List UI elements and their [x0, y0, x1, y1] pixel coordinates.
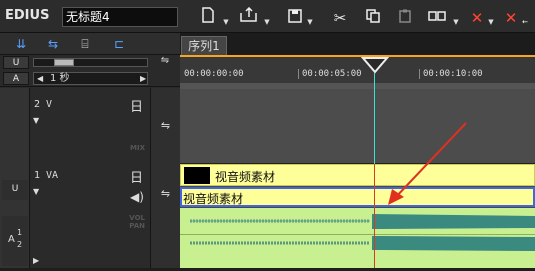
audio-channel-select[interactable]: A 1 2 — [2, 216, 28, 266]
timescale-select[interactable]: 1 秒 — [33, 72, 148, 85]
audio-channel-2-label: 2 — [17, 240, 23, 249]
marker-track-icon[interactable]: ⊏ — [108, 36, 130, 52]
track-1va-sync-icon[interactable]: ⇋ — [150, 164, 180, 268]
track-header-1va[interactable]: U A 1 2 1 VA ▼ 日 ◀) VOL PAN ▶ ⇋ — [0, 164, 180, 268]
timecode-10: 00:00:10:00 — [423, 69, 483, 79]
video-mute-icon[interactable]: 日 — [130, 96, 143, 115]
ruler-tick — [419, 69, 420, 79]
delete-icon[interactable]: ✕ — [466, 7, 488, 29]
track-2v-expand-icon[interactable]: ▼ — [33, 116, 39, 125]
video-clip-label: 视音频素材 — [215, 170, 276, 184]
audio-speaker-icon[interactable]: ◀) — [130, 190, 144, 204]
app-name: EDIUS — [5, 8, 50, 23]
track-2v-sync-icon[interactable]: ⇋ — [150, 88, 180, 164]
ripple-arrow-icon[interactable]: ← — [521, 18, 529, 26]
lane-2v[interactable] — [180, 89, 535, 164]
collapse-a-button[interactable]: A — [3, 72, 29, 85]
timeline-zoom-slider[interactable] — [33, 58, 148, 67]
delete-dropdown-icon[interactable]: ▼ — [487, 18, 495, 26]
audio-clip-title-bar[interactable]: 视音频素材 — [180, 187, 535, 207]
track-header-2v[interactable]: 2 V ▼ 日 MIX ⇋ — [0, 88, 180, 164]
top-toolbar: EDIUS 无标题4 ▼ ▼ ▼ ✂ ▼ ✕ ▼ ✕ ← — [0, 0, 535, 33]
annotation-arrow-icon — [388, 122, 467, 205]
track-1va-side: U A 1 2 — [0, 164, 30, 268]
track-sync-icon[interactable]: ⇆ — [42, 36, 64, 52]
track-1va-label: 1 VA — [34, 170, 59, 181]
project-title-field[interactable]: 无标题4 — [62, 7, 178, 27]
save-icon[interactable] — [284, 7, 306, 29]
open-dropdown-icon[interactable]: ▼ — [263, 18, 271, 26]
timecode-5: 00:00:05:00 — [302, 69, 362, 79]
replace-dropdown-icon[interactable]: ▼ — [452, 18, 460, 26]
save-dropdown-icon[interactable]: ▼ — [306, 18, 314, 26]
collapse-u-button[interactable]: U — [3, 56, 29, 69]
scale-left-arrow-icon[interactable]: ◀ — [37, 74, 43, 83]
pan-label: PAN — [129, 222, 145, 230]
paste-icon[interactable] — [394, 7, 416, 29]
timeline-accent-line — [180, 55, 535, 57]
track-2v-label: 2 V — [34, 99, 53, 110]
track-button-row: ⇊ ⇆ ⌸ ⊏ — [0, 33, 180, 55]
track-header-panel: ⇊ ⇆ ⌸ ⊏ U ⇋ A 1 秒 ◀ ▶ 2 V ▼ 日 MIX ⇋ U A … — [0, 33, 180, 268]
scale-right-arrow-icon[interactable]: ▶ — [140, 74, 146, 83]
link-mode-icon[interactable]: ⌸ — [74, 36, 96, 52]
collapse-u-button-track[interactable]: U — [2, 180, 28, 200]
audio-channel-2-waveform[interactable] — [180, 235, 535, 268]
track-2v-name-area: 2 V ▼ 日 MIX — [30, 88, 150, 164]
sequence-tab-row: 序列1 — [180, 33, 535, 55]
sync-toggle-icon[interactable]: ⇋ — [155, 55, 175, 70]
audio-expand-icon[interactable]: ▶ — [33, 256, 39, 265]
audio-clip-label: 视音频素材 — [183, 192, 244, 206]
audio-channel-1-waveform[interactable] — [180, 208, 535, 235]
zoom-row: U ⇋ — [0, 55, 180, 70]
add-track-icon[interactable]: ⇊ — [10, 36, 32, 52]
timeline-area: 序列1 00:00:00:00 00:00:05:00 00:00:10:00 … — [180, 33, 535, 268]
waveform-2 — [190, 236, 535, 251]
timecode-0: 00:00:00:00 — [184, 69, 244, 79]
playhead-marker-icon[interactable] — [361, 56, 389, 74]
new-dropdown-icon[interactable]: ▼ — [222, 18, 230, 26]
zoom-slider-thumb[interactable] — [54, 59, 74, 66]
lane-1va[interactable]: 视音频素材 视音频素材 — [180, 164, 535, 268]
audio-channel-a-label: A — [8, 234, 15, 245]
cut-icon[interactable]: ✂ — [329, 7, 351, 29]
mix-label: MIX — [130, 144, 145, 152]
new-document-icon[interactable] — [197, 7, 219, 29]
video-clip[interactable]: 视音频素材 — [180, 164, 535, 186]
replace-clip-icon[interactable] — [426, 7, 448, 29]
track-2v-side — [0, 88, 30, 164]
track-1va-expand-icon[interactable]: ▼ — [33, 187, 39, 196]
clip-thumbnail — [184, 167, 210, 184]
scale-row: A 1 秒 ◀ ▶ — [0, 70, 180, 87]
audio-channel-1-label: 1 — [17, 228, 23, 237]
playhead-line — [374, 73, 375, 164]
playhead-line-clip — [374, 164, 375, 268]
vol-label: VOL — [129, 214, 145, 222]
tab-sequence1[interactable]: 序列1 — [181, 36, 227, 55]
timescale-value: 1 秒 — [50, 73, 70, 84]
ripple-delete-icon[interactable]: ✕ — [500, 7, 522, 29]
ruler-tick — [298, 69, 299, 79]
copy-icon[interactable] — [362, 7, 384, 29]
video-mute-icon-1va[interactable]: 日 — [130, 167, 143, 186]
open-project-icon[interactable] — [238, 6, 260, 29]
track-1va-name-area: 1 VA ▼ 日 ◀) VOL PAN ▶ — [30, 164, 150, 268]
time-ruler[interactable]: 00:00:00:00 00:00:05:00 00:00:10:00 — [180, 55, 535, 89]
waveform-1 — [190, 214, 535, 229]
